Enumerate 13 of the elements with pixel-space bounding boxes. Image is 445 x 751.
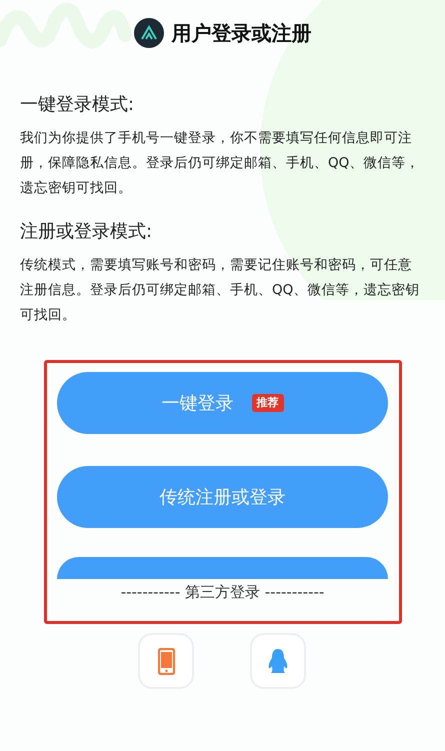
login-button[interactable]: 传统注册或登录 xyxy=(57,466,388,528)
recommend-badge: 推荐 xyxy=(252,394,284,412)
login-button[interactable]: 一键登录 推荐 xyxy=(57,372,388,434)
qq-login-button[interactable] xyxy=(250,633,306,689)
section-text: 我们为你提供了手机号一键登录，你不需要填写任何信息即可注册，保障隐私信息。登录后仍可绑定邮箱、手机、QQ、微信等，遗忘密钥可找回。 xyxy=(20,129,420,198)
section-heading: 一键登录模式: xyxy=(20,93,136,117)
phone-icon xyxy=(158,648,174,674)
section-heading: 注册或登录模式: xyxy=(20,220,154,244)
phone-login-button[interactable] xyxy=(138,633,194,689)
section-text: 传统模式，需要填写账号和密码，需要记住账号和密码，可任意注册信息。登录后仍可绑定邮箱、手机、QQ、微信等，遗忘密钥可找回。 xyxy=(20,256,420,325)
page-title: 用户登录或注册 xyxy=(172,20,312,47)
logo-icon xyxy=(134,18,164,48)
penguin-icon xyxy=(267,648,289,674)
